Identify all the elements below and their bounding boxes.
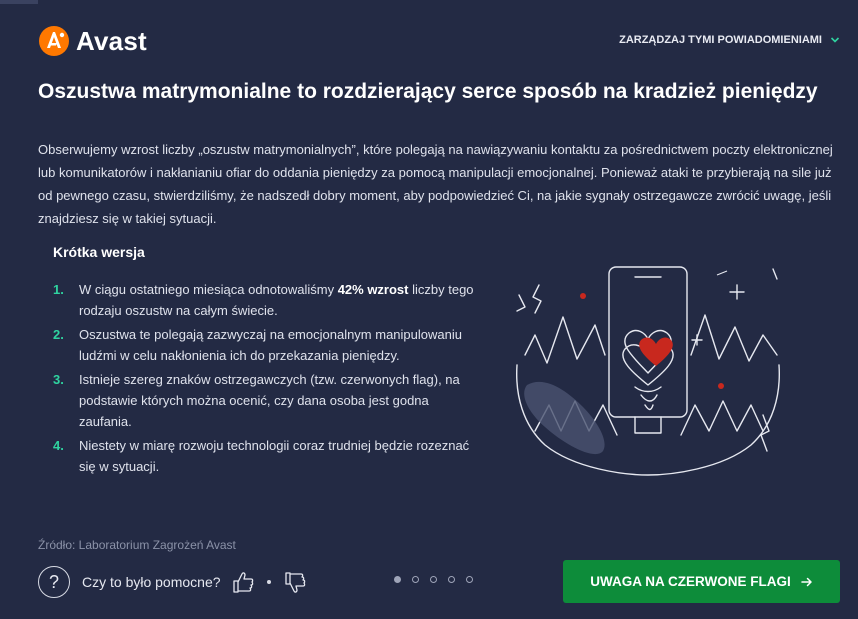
list-item-text: Istnieje szereg znaków ostrzegawczych (t… [79, 372, 460, 429]
feedback-separator [266, 580, 271, 584]
red-flags-button[interactable]: UWAGA NA CZERWONE FLAGI [563, 560, 840, 603]
list-item-text: Niestety w miarę rozwoju technologii cor… [79, 438, 470, 474]
list-item-highlight: 42% wzrost [337, 282, 409, 297]
short-version-heading: Krótka wersja [53, 244, 145, 260]
article-title: Oszustwa matrymonialne to rozdzierający … [38, 80, 818, 103]
list-item: 2. Oszustwa te polegają zazwyczaj na emo… [53, 324, 483, 366]
manage-notifications-button[interactable]: ZARZĄDZAJ TYMI POWIADOMIENIAMI [619, 34, 840, 46]
list-item-number: 2. [53, 327, 64, 342]
pagination-dots [394, 576, 484, 583]
question-circle-icon: ? [38, 566, 70, 598]
article-intro: Obserwujemy wzrost liczby „oszustw matry… [38, 142, 833, 226]
avast-logo-icon [39, 26, 69, 56]
feedback-bar: ? Czy to było pomocne? [38, 564, 309, 600]
avast-logo: Avast [38, 24, 147, 58]
manage-notifications-label: ZARZĄDZAJ TYMI POWIADOMIENIAMI [619, 34, 822, 46]
feedback-question: Czy to było pomocne? [82, 574, 221, 590]
source-note: Źródło: Laboratorium Zagrożeń Avast [38, 538, 236, 552]
list-item-text: Oszustwa te polegają zazwyczaj na emocjo… [79, 327, 462, 363]
thumbs-up-icon[interactable] [229, 568, 257, 596]
page-dot-5[interactable] [466, 576, 473, 583]
page-dot-3[interactable] [430, 576, 437, 583]
chevron-down-icon [830, 37, 840, 43]
list-item-number: 1. [53, 282, 64, 297]
page-dot-4[interactable] [448, 576, 455, 583]
red-flags-button-label: UWAGA NA CZERWONE FLAGI [590, 574, 791, 589]
page-dot-2[interactable] [412, 576, 419, 583]
thumbs-down-icon[interactable] [281, 568, 309, 596]
notification-window: Avast ZARZĄDZAJ TYMI POWIADOMIENIAMI Osz… [0, 0, 858, 619]
list-item: 1. W ciągu ostatniego miesiąca odnotowal… [53, 279, 483, 321]
window-edge-mark [0, 0, 38, 4]
list-item-text-part: W ciągu ostatniego miesiąca odnotowaliśm… [79, 282, 338, 297]
list-item-text: W ciągu ostatniego miesiąca odnotowaliśm… [79, 279, 474, 321]
list-item-number: 3. [53, 372, 64, 387]
key-points-list: 1. W ciągu ostatniego miesiąca odnotowal… [53, 279, 483, 480]
list-item: 3. Istnieje szereg znaków ostrzegawczych… [53, 369, 483, 432]
romance-scam-illustration [516, 266, 780, 476]
list-item-number: 4. [53, 438, 64, 453]
page-dot-1[interactable] [394, 576, 401, 583]
brand-name: Avast [76, 25, 147, 56]
list-item: 4. Niestety w miarę rozwoju technologii … [53, 435, 483, 477]
arrow-right-icon [801, 577, 812, 586]
